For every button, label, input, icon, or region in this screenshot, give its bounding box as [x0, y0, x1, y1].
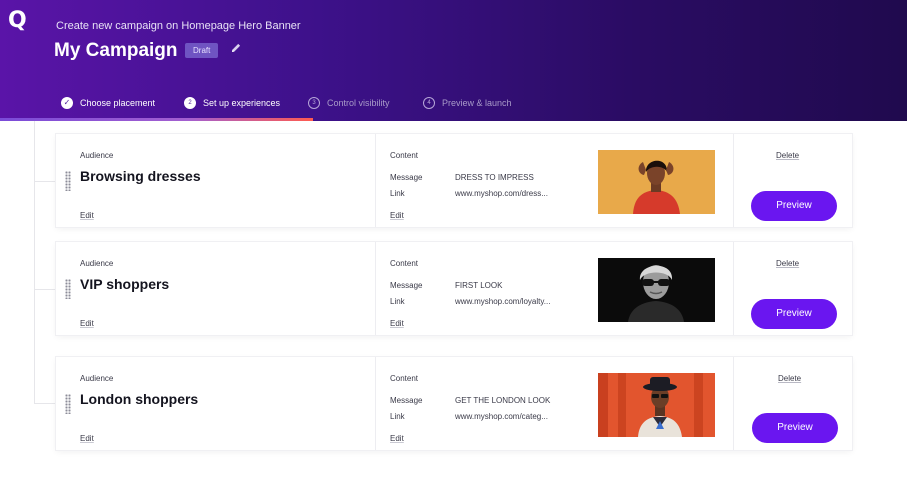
preview-button[interactable]: Preview	[751, 191, 837, 221]
link-value: www.myshop.com/categ...	[455, 412, 548, 421]
preview-button[interactable]: Preview	[751, 299, 837, 329]
content-label: Content	[390, 259, 419, 268]
step-control-visibility[interactable]: 3 Control visibility	[308, 92, 390, 114]
status-badge: Draft	[185, 43, 219, 58]
link-label: Link	[390, 412, 405, 421]
stepper: ✓ Choose placement 2 Set up experiences …	[0, 92, 907, 121]
message-label: Message	[390, 396, 423, 405]
divider	[375, 242, 376, 335]
step-label: Preview & launch	[442, 98, 512, 108]
tree-line	[34, 121, 35, 403]
step-number: 3	[308, 97, 320, 109]
delete-link[interactable]: Delete	[776, 259, 799, 268]
drag-handle-icon[interactable]	[65, 279, 71, 299]
audience-label: Audience	[80, 151, 114, 160]
check-icon: ✓	[61, 97, 73, 109]
delete-link[interactable]: Delete	[778, 374, 801, 383]
edit-audience-link[interactable]: Edit	[80, 211, 94, 220]
message-value: GET THE LONDON LOOK	[455, 396, 551, 405]
step-label: Set up experiences	[203, 98, 281, 108]
step-preview-launch[interactable]: 4 Preview & launch	[423, 92, 512, 114]
step-progress-bar	[0, 118, 313, 121]
link-label: Link	[390, 189, 405, 198]
content-label: Content	[390, 151, 419, 160]
divider	[375, 357, 376, 450]
message-value: FIRST LOOK	[455, 281, 503, 290]
preview-button[interactable]: Preview	[752, 413, 838, 443]
content-image	[598, 150, 715, 214]
edit-content-link[interactable]: Edit	[390, 319, 404, 328]
divider	[733, 242, 734, 335]
drag-handle-icon[interactable]	[65, 394, 71, 414]
tree-branch	[34, 289, 56, 290]
step-set-up-experiences[interactable]: 2 Set up experiences	[184, 92, 280, 114]
link-value: www.myshop.com/loyalty...	[455, 297, 551, 306]
delete-link[interactable]: Delete	[776, 151, 799, 160]
audience-name: VIP shoppers	[80, 276, 170, 292]
step-choose-placement[interactable]: ✓ Choose placement	[61, 92, 155, 114]
message-label: Message	[390, 173, 423, 182]
edit-content-link[interactable]: Edit	[390, 211, 404, 220]
step-number: 2	[184, 97, 196, 109]
link-label: Link	[390, 297, 405, 306]
message-label: Message	[390, 281, 423, 290]
tree-branch	[34, 403, 56, 404]
experience-card: Audience VIP shoppers Edit Content Messa…	[56, 242, 852, 335]
audience-name: London shoppers	[80, 391, 199, 407]
divider	[375, 134, 376, 227]
step-number: 4	[423, 97, 435, 109]
step-label: Control visibility	[327, 98, 390, 108]
edit-audience-link[interactable]: Edit	[80, 319, 94, 328]
experience-card: Audience London shoppers Edit Content Me…	[56, 357, 852, 450]
edit-content-link[interactable]: Edit	[390, 434, 404, 443]
drag-handle-icon[interactable]	[65, 171, 71, 191]
audience-label: Audience	[80, 374, 114, 383]
experience-card: Audience Browsing dresses Edit Content M…	[56, 134, 852, 227]
content-label: Content	[390, 374, 419, 383]
content-image	[598, 373, 715, 437]
audience-name: Browsing dresses	[80, 168, 201, 184]
pencil-icon[interactable]	[229, 41, 243, 55]
tree-branch	[34, 181, 56, 182]
campaign-header: Q Create new campaign on Homepage Hero B…	[0, 0, 907, 121]
divider	[733, 357, 734, 450]
audience-label: Audience	[80, 259, 114, 268]
page-subtitle: Create new campaign on Homepage Hero Ban…	[56, 20, 301, 32]
message-value: DRESS TO IMPRESS	[455, 173, 534, 182]
step-label: Choose placement	[80, 98, 156, 108]
edit-audience-link[interactable]: Edit	[80, 434, 94, 443]
app-logo[interactable]: Q	[8, 8, 27, 33]
campaign-title: My Campaign	[54, 40, 178, 61]
link-value: www.myshop.com/dress...	[455, 189, 548, 198]
content-image	[598, 258, 715, 322]
divider	[733, 134, 734, 227]
